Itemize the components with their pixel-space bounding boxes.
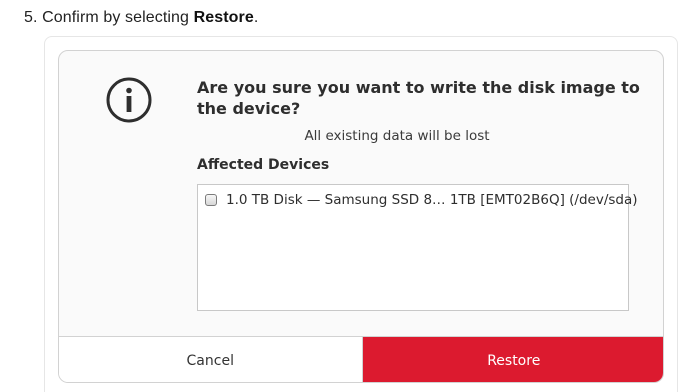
instruction-suffix: . [253,9,259,26]
affected-devices-label: Affected Devices [197,157,330,173]
cancel-button[interactable]: Cancel [59,337,363,382]
instruction-text: 5. Confirm by selecting Restore. [24,9,258,27]
dialog-title: Are you sure you want to write the disk … [197,78,640,118]
device-checkbox[interactable] [205,194,217,206]
restore-confirm-dialog: Are you sure you want to write the disk … [58,50,664,383]
instruction-emphasis: Restore [193,9,254,26]
info-icon [106,77,152,123]
list-item[interactable]: 1.0 TB Disk — Samsung SSD 8… 1TB [EMT02B… [205,192,638,208]
instruction-prefix: 5. Confirm by selecting [24,9,194,26]
dialog-button-bar: Cancel Restore [59,336,663,382]
affected-devices-list: 1.0 TB Disk — Samsung SSD 8… 1TB [EMT02B… [197,184,638,311]
dialog-subtitle: All existing data will be lost [304,128,490,144]
restore-button[interactable]: Restore [362,337,663,382]
device-label: 1.0 TB Disk — Samsung SSD 8… 1TB [EMT02B… [226,192,638,208]
